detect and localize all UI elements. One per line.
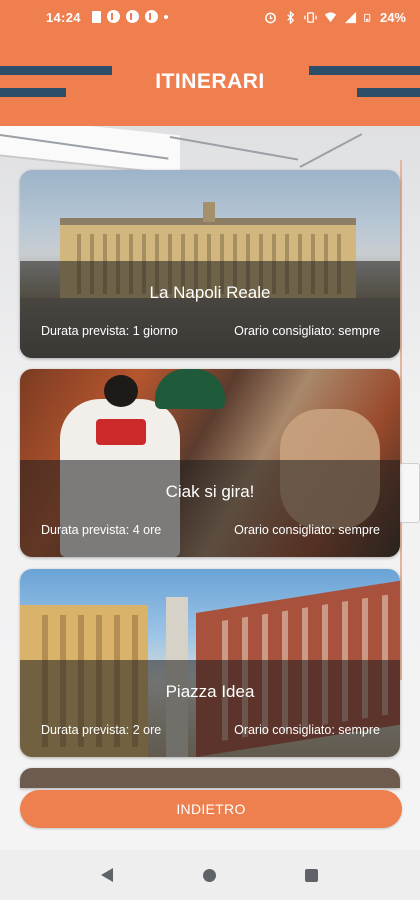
card-overlay [20, 460, 400, 557]
card-overlay [20, 261, 400, 358]
card-overlay [20, 660, 400, 757]
background-line [169, 136, 299, 161]
notification-icons [92, 10, 168, 23]
photo-detail [96, 419, 146, 445]
signal-icon [344, 11, 357, 24]
facebook-icon [126, 10, 139, 23]
itinerary-recommended-time: Orario consigliato: sempre [234, 723, 380, 737]
dot-icon [164, 14, 168, 19]
itinerary-title: Piazza Idea [165, 682, 255, 701]
itinerary-title: La Napoli Reale [149, 283, 271, 302]
battery-icon [364, 13, 371, 22]
page-title: ITINERARI [155, 70, 265, 93]
system-icons: 24% [264, 10, 406, 25]
whatsapp-icon [145, 10, 158, 23]
status-time: 14:24 [46, 10, 81, 25]
battery-percentage: 24% [379, 10, 406, 25]
vibrate-icon [304, 12, 317, 23]
system-nav-bar [0, 850, 420, 900]
app-header: 14:24 24% ITINERARI [0, 0, 420, 126]
background-line [299, 133, 363, 168]
photo-detail [104, 375, 138, 407]
itinerary-card[interactable]: Piazza Idea Durata prevista: 2 ore Orari… [20, 569, 400, 757]
wifi-icon [324, 12, 337, 23]
nav-recents-icon[interactable] [305, 869, 318, 882]
itinerary-recommended-time: Orario consigliato: sempre [234, 324, 380, 338]
side-panel-handle[interactable] [399, 463, 420, 523]
itinerary-duration: Durata prevista: 2 ore [41, 723, 162, 737]
itinerary-duration: Durata prevista: 4 ore [41, 523, 162, 537]
status-bar: 14:24 24% [0, 0, 420, 36]
itinerary-title: Ciak si gira! [165, 482, 255, 501]
photo-detail [155, 369, 225, 409]
itinerary-card[interactable] [20, 768, 400, 788]
sim-icon [92, 10, 101, 23]
back-button[interactable]: INDIETRO [20, 790, 402, 828]
nav-back-icon[interactable] [101, 868, 113, 882]
itinerary-duration: Durata prevista: 1 giorno [41, 324, 178, 338]
nav-home-icon[interactable] [203, 869, 216, 882]
itinerary-card[interactable]: Ciak si gira! Durata prevista: 4 ore Ora… [20, 369, 400, 557]
photo-detail [203, 202, 215, 222]
background-ceiling-panel [0, 126, 180, 176]
itinerary-recommended-time: Orario consigliato: sempre [234, 523, 380, 537]
alarm-icon [265, 12, 276, 24]
facebook-icon [107, 10, 120, 23]
bluetooth-icon [287, 11, 295, 24]
itinerary-card[interactable]: La Napoli Reale Durata prevista: 1 giorn… [20, 170, 400, 358]
scrollbar[interactable] [400, 160, 402, 680]
